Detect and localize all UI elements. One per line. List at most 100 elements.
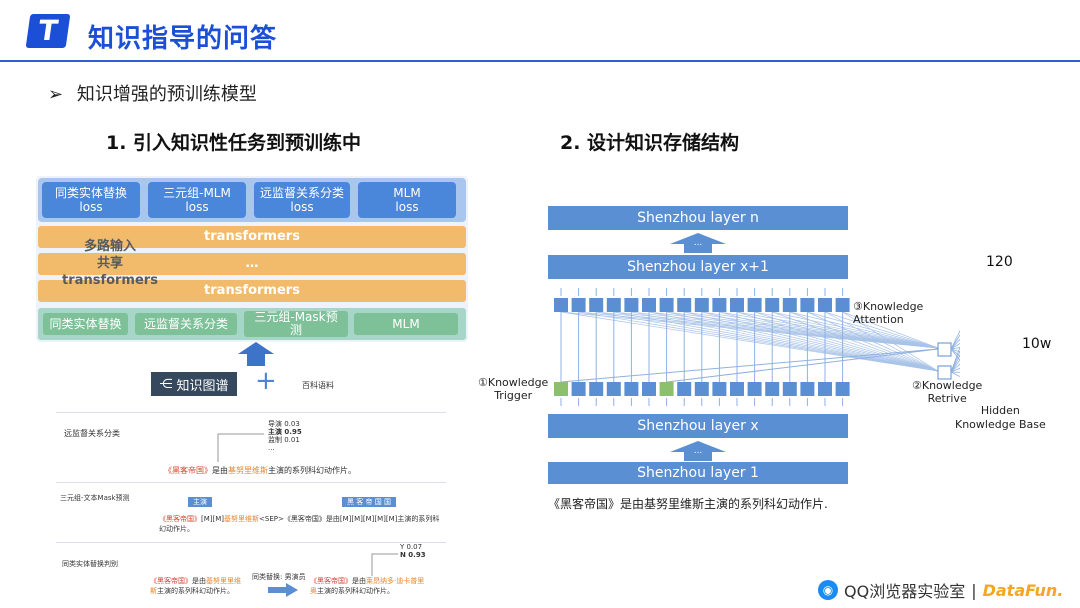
ex1-connector bbox=[217, 433, 264, 462]
divider bbox=[56, 542, 446, 543]
token-node-bottom bbox=[606, 382, 621, 396]
bullet-text: 知识增强的预训练模型 bbox=[76, 84, 257, 105]
token-node-top bbox=[730, 298, 744, 312]
ex1-mid: 是由 bbox=[212, 466, 228, 475]
loss-triple-mlm: 三元组-MLM loss bbox=[148, 182, 246, 218]
token-node-bottom bbox=[554, 382, 568, 396]
prob-item: 主演 0.95 bbox=[268, 428, 302, 436]
ex3-left-entity: 基努里里维 bbox=[206, 577, 241, 585]
ex3-left-sentence: 《黑客帝国》是由基努里里维 斯主演的系列科幻动作片。 bbox=[150, 576, 260, 596]
prob-item: 导演 0.03 bbox=[268, 420, 300, 428]
loss-mlm: MLM loss bbox=[358, 182, 456, 218]
divider bbox=[56, 412, 446, 413]
token-node-bottom bbox=[642, 382, 656, 396]
shared-transformers-label: 多路输入 共享 transformers bbox=[62, 239, 158, 288]
token-node-top bbox=[659, 298, 674, 312]
hidden-kb-label: Hidden Knowledge Base bbox=[955, 404, 1046, 431]
token-node-bottom bbox=[571, 382, 586, 396]
ex2-label: 三元组-文本Mask预测 bbox=[60, 494, 130, 502]
task-mlm: MLM bbox=[354, 313, 458, 335]
dots-bottom: ... bbox=[693, 446, 703, 456]
ex3-right-title: 《黑客帝国》 bbox=[310, 577, 352, 585]
ex3-right-sentence: 《黑客帝国》是由莱昂纳多·迪卡普里 奥主演的系列科幻动作片。 bbox=[310, 576, 460, 596]
knowledge-graph-box: ⋲ 知识图谱 bbox=[151, 372, 237, 396]
token-node-top bbox=[624, 298, 639, 312]
knowledge-trigger-label: ①Knowledge Trigger bbox=[478, 376, 549, 402]
ex3-left-mid: 是由 bbox=[192, 577, 206, 585]
retrieve-slot bbox=[937, 365, 952, 380]
ex3-right-entity2: 奥 bbox=[310, 587, 317, 595]
ex3-arrow-label: 同类替换: 男演员 bbox=[252, 573, 306, 581]
token-node-top bbox=[747, 298, 762, 312]
ex2-title: 《黑客帝国》 bbox=[159, 515, 201, 523]
kb-link bbox=[950, 334, 960, 350]
layer-1: Shenzhou layer 1 bbox=[548, 462, 848, 484]
token-node-top bbox=[677, 298, 692, 312]
ex2-mask: [M][M] bbox=[201, 515, 225, 523]
loss-entity-replace: 同类实体替换 loss bbox=[42, 182, 140, 218]
ex2-token-right: 黑 客 帝 国 国 bbox=[342, 497, 396, 507]
token-node-top bbox=[782, 298, 797, 312]
token-node-bottom bbox=[589, 382, 604, 396]
trigger-link bbox=[666, 348, 939, 383]
token-node-top bbox=[818, 298, 832, 312]
retrieve-slot bbox=[937, 342, 952, 357]
divider bbox=[56, 482, 446, 483]
token-node-top bbox=[835, 298, 850, 312]
ex1-title: 《黑客帝国》 bbox=[164, 466, 212, 475]
kb-size-label: 10w bbox=[1022, 336, 1052, 352]
right-arrow-icon bbox=[268, 583, 298, 597]
datafun-logo: DataFun. bbox=[982, 580, 1064, 600]
knowledge-attention-label: ③Knowledge Attention bbox=[853, 300, 924, 326]
layer-x: Shenzhou layer x bbox=[548, 414, 848, 438]
knowledge-retrive-label: ②Knowledge Retrive bbox=[912, 379, 983, 405]
bullet-marker-icon: ➢ bbox=[48, 84, 64, 105]
ex3-right-mid: 是由 bbox=[352, 577, 366, 585]
qq-lab-label: QQ浏览器实验室 bbox=[844, 582, 966, 601]
right-section-title: 2. 设计知识存储结构 bbox=[560, 132, 740, 154]
task-relation-cls: 远监督关系分类 bbox=[135, 313, 237, 335]
page-title: 知识指导的问答 bbox=[88, 24, 278, 54]
ex2-entity: 基努里维斯 bbox=[224, 515, 260, 523]
ex3-right-rest: 主演的系列科幻动作片。 bbox=[317, 587, 394, 595]
token-node-top bbox=[571, 298, 586, 312]
ex3-left-entity2: 斯 bbox=[150, 587, 157, 595]
token-node-top bbox=[642, 298, 656, 312]
token-node-top bbox=[800, 298, 815, 312]
token-node-top bbox=[694, 298, 709, 312]
task-triple-mask: 三元组-Mask预 测 bbox=[244, 311, 348, 337]
ex3-label: 同类实体替换判别 bbox=[62, 560, 118, 568]
ex1-rest: 主演的系列科幻动作片。 bbox=[268, 466, 356, 475]
ex1-entity: 基努里维斯 bbox=[228, 466, 268, 475]
prob-item: ... bbox=[268, 444, 275, 452]
ex2-rest: <SEP>《黑客帝国》是由[M][M][M][M][M]主演的系列科 bbox=[259, 515, 440, 523]
example-caption: 《黑客帝国》是由基努里维斯主演的系列科幻动作片. bbox=[548, 497, 828, 511]
ex3-right-entity: 莱昂纳多·迪卡普里 bbox=[366, 577, 425, 585]
token-node-bottom bbox=[765, 382, 780, 396]
trigger-link bbox=[560, 348, 939, 383]
ex3-connector bbox=[371, 553, 398, 576]
token-node-top bbox=[589, 298, 604, 312]
token-node-bottom bbox=[659, 382, 674, 396]
kb-link bbox=[950, 329, 960, 350]
knowledge-graph-label: 知识图谱 bbox=[176, 378, 229, 394]
loss-relation-cls: 远监督关系分类 loss bbox=[254, 182, 350, 218]
layer-n: Shenzhou layer n bbox=[548, 206, 848, 230]
token-node-bottom bbox=[624, 382, 639, 396]
ex2-sentence: 《黑客帝国》[M][M]基努里维斯<SEP>《黑客帝国》是由[M][M][M][… bbox=[159, 514, 459, 534]
ex2-token-left: 主演 bbox=[188, 497, 212, 507]
token-node-bottom bbox=[818, 382, 832, 396]
ex3-left-title: 《黑客帝国》 bbox=[150, 577, 192, 585]
header-divider bbox=[0, 60, 1080, 62]
brand-logo: T bbox=[25, 14, 71, 48]
bullet-item: ➢ 知识增强的预训练模型 bbox=[48, 80, 257, 106]
token-node-bottom bbox=[835, 382, 850, 396]
token-node-top bbox=[554, 298, 568, 312]
plus-icon: + bbox=[255, 366, 277, 396]
qq-browser-icon: ◉ bbox=[818, 580, 838, 600]
ex1-sentence: 《黑客帝国》是由基努里维斯主演的系列科幻动作片。 bbox=[164, 465, 356, 476]
kb-width-label: 120 bbox=[986, 254, 1013, 270]
token-node-bottom bbox=[747, 382, 762, 396]
dots-top: ... bbox=[693, 238, 703, 248]
ex3-left-rest: 主演的系列科幻动作片。 bbox=[157, 587, 234, 595]
